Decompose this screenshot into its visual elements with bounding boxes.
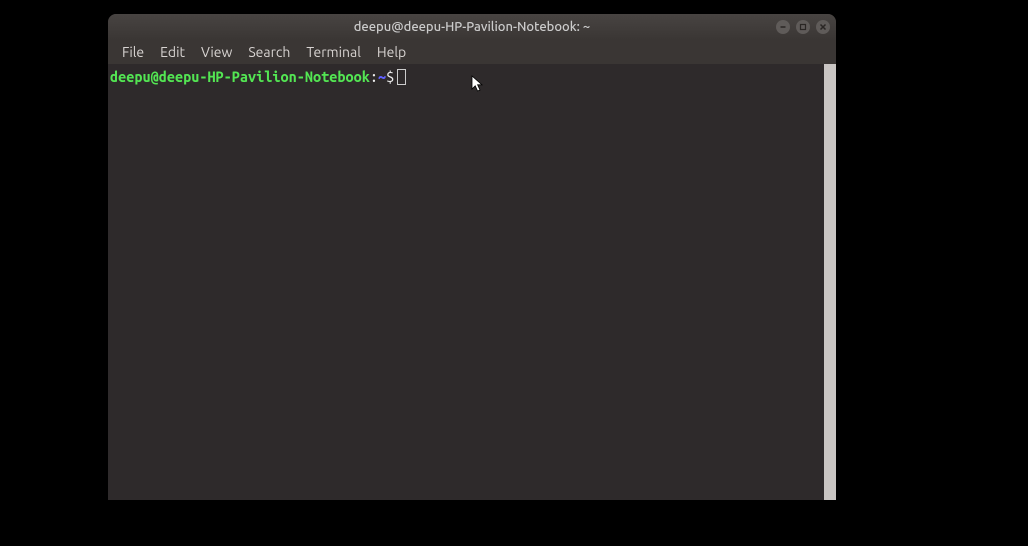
prompt-colon: :: [370, 68, 378, 85]
terminal-cursor: [397, 69, 406, 85]
scrollbar[interactable]: [824, 64, 836, 500]
window-title: deepu@deepu-HP-Pavilion-Notebook: ~: [354, 20, 590, 34]
prompt-symbol: $: [386, 68, 394, 85]
close-icon[interactable]: [816, 20, 830, 34]
prompt-userhost: deepu@deepu-HP-Pavilion-Notebook: [110, 68, 370, 85]
prompt-cwd: ~: [378, 68, 386, 85]
menu-terminal[interactable]: Terminal: [298, 41, 369, 63]
terminal-window: deepu@deepu-HP-Pavilion-Notebook: ~ File…: [108, 14, 836, 500]
terminal-body[interactable]: deepu@deepu-HP-Pavilion-Notebook:~$: [108, 64, 836, 500]
menu-view[interactable]: View: [193, 41, 240, 63]
window-controls: [776, 20, 830, 34]
titlebar: deepu@deepu-HP-Pavilion-Notebook: ~: [108, 14, 836, 40]
maximize-icon[interactable]: [796, 20, 810, 34]
menu-edit[interactable]: Edit: [152, 41, 193, 63]
minimize-icon[interactable]: [776, 20, 790, 34]
menubar: File Edit View Search Terminal Help: [108, 40, 836, 64]
menu-help[interactable]: Help: [369, 41, 414, 63]
menu-search[interactable]: Search: [240, 41, 298, 63]
menu-file[interactable]: File: [114, 41, 152, 63]
prompt-line: deepu@deepu-HP-Pavilion-Notebook:~$: [110, 66, 834, 85]
